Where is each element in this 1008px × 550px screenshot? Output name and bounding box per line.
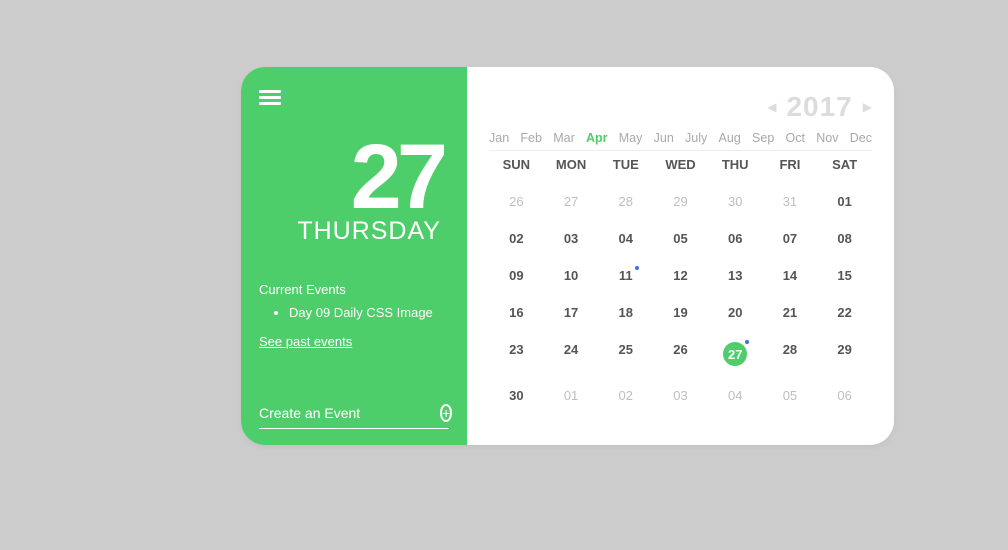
day-cell[interactable]: 30 (489, 384, 544, 407)
day-cell[interactable]: 08 (817, 227, 872, 250)
side-panel: 27 THURSDAY Current Events Day 09 Daily … (241, 67, 467, 445)
day-cell[interactable]: 10 (544, 264, 599, 287)
selected-day-name: THURSDAY (259, 217, 449, 246)
calendar-card: 27 THURSDAY Current Events Day 09 Daily … (241, 67, 894, 445)
day-of-week-header: FRI (763, 157, 818, 172)
day-cell[interactable]: 29 (653, 190, 708, 213)
month-tab-july[interactable]: July (685, 131, 707, 145)
day-cell[interactable]: 03 (544, 227, 599, 250)
day-cell[interactable]: 01 (817, 190, 872, 213)
month-tab-may[interactable]: May (619, 131, 643, 145)
day-cell[interactable]: 11 (598, 264, 653, 287)
day-cell[interactable]: 12 (653, 264, 708, 287)
month-tab-feb[interactable]: Feb (520, 131, 542, 145)
calendar-panel: ◀ 2017 ▶ JanFebMarAprMayJunJulyAugSepOct… (467, 67, 894, 445)
day-cell[interactable]: 30 (708, 190, 763, 213)
day-cell[interactable]: 26 (489, 190, 544, 213)
month-tab-apr[interactable]: Apr (586, 131, 608, 145)
month-tab-jan[interactable]: Jan (489, 131, 509, 145)
day-cell[interactable]: 23 (489, 338, 544, 370)
day-of-week-header: WED (653, 157, 708, 172)
day-cell[interactable]: 09 (489, 264, 544, 287)
year-navigation: ◀ 2017 ▶ (489, 91, 872, 123)
hamburger-menu-icon[interactable] (259, 87, 281, 108)
day-of-week-header: MON (544, 157, 599, 172)
day-cell[interactable]: 21 (763, 301, 818, 324)
month-tab-dec[interactable]: Dec (850, 131, 872, 145)
month-tab-sep[interactable]: Sep (752, 131, 774, 145)
day-cell[interactable]: 28 (763, 338, 818, 370)
day-of-week-header: THU (708, 157, 763, 172)
day-of-week-header: TUE (598, 157, 653, 172)
day-cell[interactable]: 16 (489, 301, 544, 324)
month-tab-mar[interactable]: Mar (553, 131, 575, 145)
day-cell[interactable]: 06 (817, 384, 872, 407)
see-past-events-link[interactable]: See past events (259, 334, 449, 349)
months-tabs: Jan Feb Mar Apr May Jun July Aug Sep Oct Nov Dec (489, 131, 872, 151)
day-cell[interactable]: 29 (817, 338, 872, 370)
day-cell[interactable]: 02 (489, 227, 544, 250)
day-cell[interactable]: 24 (544, 338, 599, 370)
day-cell[interactable]: 19 (653, 301, 708, 324)
day-of-week-header: SUN (489, 157, 544, 172)
add-event-icon[interactable]: + (440, 404, 452, 422)
next-year-icon[interactable]: ▶ (863, 100, 872, 114)
day-cell[interactable]: 05 (763, 384, 818, 407)
month-tab-aug[interactable]: Aug (719, 131, 741, 145)
day-cell[interactable]: 20 (708, 301, 763, 324)
current-events-heading: Current Events (259, 282, 449, 297)
day-cell[interactable]: 28 (598, 190, 653, 213)
list-item[interactable]: Day 09 Daily CSS Image (289, 305, 449, 320)
day-cell[interactable]: 31 (763, 190, 818, 213)
event-indicator-icon (745, 340, 749, 344)
events-list: Day 09 Daily CSS Image (259, 305, 449, 320)
day-cell[interactable]: 27 (544, 190, 599, 213)
prev-year-icon[interactable]: ◀ (767, 100, 776, 114)
day-cell[interactable]: 15 (817, 264, 872, 287)
day-cell[interactable]: 07 (763, 227, 818, 250)
day-cell[interactable]: 13 (708, 264, 763, 287)
event-indicator-icon (635, 266, 639, 270)
create-event-input[interactable] (259, 405, 440, 421)
day-cell[interactable]: 04 (708, 384, 763, 407)
selected-day-number: 27 (259, 136, 449, 219)
day-cell[interactable]: 05 (653, 227, 708, 250)
month-tab-jun[interactable]: Jun (654, 131, 674, 145)
year-label: 2017 (786, 91, 852, 123)
day-cell[interactable]: 02 (598, 384, 653, 407)
day-cell[interactable]: 03 (653, 384, 708, 407)
day-cell[interactable]: 25 (598, 338, 653, 370)
day-cell[interactable]: 27 (708, 338, 763, 370)
create-event-row: + (259, 394, 449, 429)
month-tab-oct[interactable]: Oct (786, 131, 805, 145)
day-cell[interactable]: 17 (544, 301, 599, 324)
day-cell[interactable]: 14 (763, 264, 818, 287)
month-tab-nov[interactable]: Nov (816, 131, 838, 145)
day-of-week-header: SAT (817, 157, 872, 172)
day-cell[interactable]: 26 (653, 338, 708, 370)
day-cell[interactable]: 01 (544, 384, 599, 407)
day-cell[interactable]: 06 (708, 227, 763, 250)
day-cell[interactable]: 22 (817, 301, 872, 324)
day-cell[interactable]: 18 (598, 301, 653, 324)
day-cell[interactable]: 04 (598, 227, 653, 250)
calendar-grid: SUNMONTUEWEDTHUFRISAT2627282930310102030… (489, 157, 872, 407)
